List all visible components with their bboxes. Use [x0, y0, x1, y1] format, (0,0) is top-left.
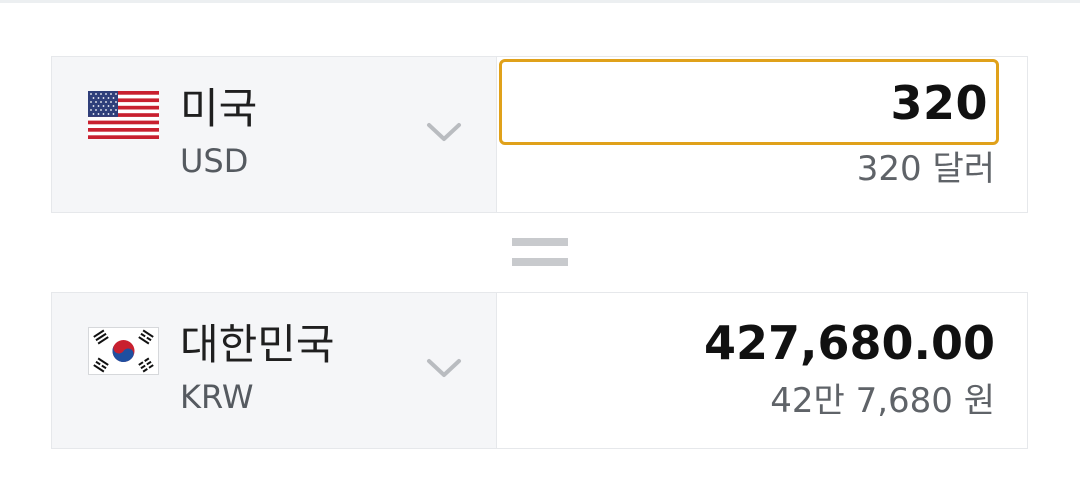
kr-flag-icon [88, 327, 159, 375]
to-currency-code: KRW [180, 378, 254, 416]
from-currency-row: 미국 USD 320 달러 [51, 56, 1028, 213]
amount-input-box[interactable] [499, 59, 999, 145]
chevron-down-icon[interactable] [424, 353, 464, 383]
from-country-selector[interactable]: 미국 USD [52, 57, 497, 212]
from-currency-code: USD [180, 142, 249, 180]
to-amount-words: 42만 7,680 원 [770, 381, 995, 421]
to-country-selector[interactable]: 대한민국 KRW [52, 293, 497, 448]
to-country-name: 대한민국 [180, 320, 335, 369]
chevron-down-icon[interactable] [424, 117, 464, 147]
top-divider [0, 0, 1080, 3]
converted-amount: 427,680.00 [703, 316, 995, 370]
to-currency-row: 대한민국 KRW 427,680.00 42만 7,680 원 [51, 292, 1028, 449]
from-amount-words: 320 달러 [856, 149, 995, 189]
from-amount-area: 320 달러 [497, 57, 1027, 212]
us-flag-icon [88, 91, 159, 139]
equals-icon [512, 238, 568, 268]
from-country-name: 미국 [180, 84, 258, 133]
amount-input[interactable] [528, 76, 988, 130]
to-amount-area: 427,680.00 42만 7,680 원 [497, 293, 1027, 448]
